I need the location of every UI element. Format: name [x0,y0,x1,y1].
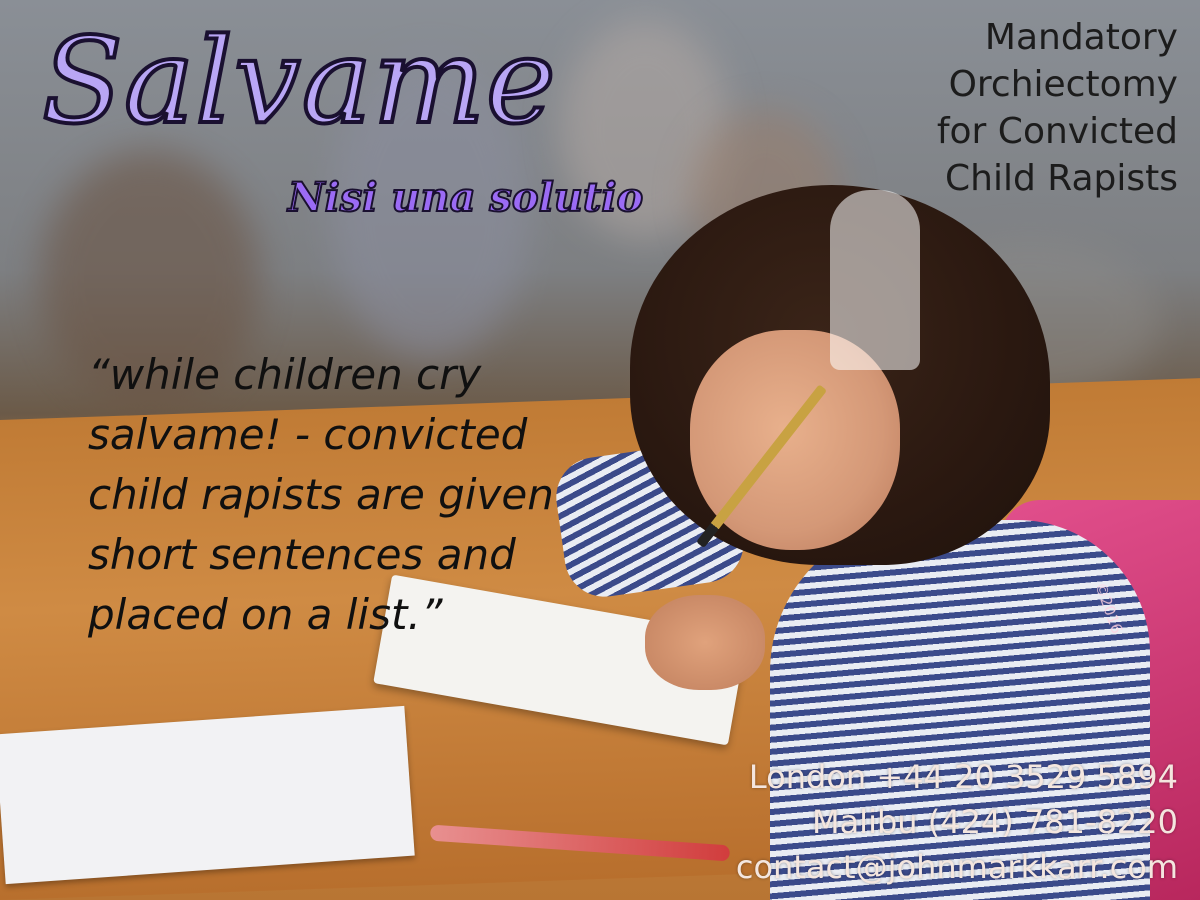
headline-line: for Convicted [936,111,1178,152]
poster-title: Salvame [40,12,558,150]
quote-line: “while children cry [88,350,482,399]
contact-london: London +44 20 3529 5894 [748,758,1178,796]
contact-info: London +44 20 3529 5894 Malibu (424) 781… [718,755,1178,890]
headline-line: Child Rapists [944,158,1178,199]
quote: “while children cry salvame! - convicted… [88,345,558,645]
contact-malibu: Malibu (424) 781-8220 [811,803,1178,841]
paper-sheet [0,705,415,885]
quote-line: salvame! - convicted [88,410,528,459]
quote-line: placed on a list.” [88,590,443,639]
quote-line: child rapists are given [88,470,554,519]
poster: Salvame Nisi una solutio Mandatory Orchi… [0,0,1200,900]
girl-hand [645,595,765,690]
hair-bow [830,190,920,370]
quote-line: short sentences and [88,530,516,579]
headline-line: Orchiectomy [948,64,1178,105]
contact-email[interactable]: contact@johnmarkkarr.com [718,845,1178,890]
headline: Mandatory Orchiectomy for Convicted Chil… [878,14,1178,202]
headline-line: Mandatory [984,17,1178,58]
poster-subtitle: Nisi una solutio [287,174,644,221]
